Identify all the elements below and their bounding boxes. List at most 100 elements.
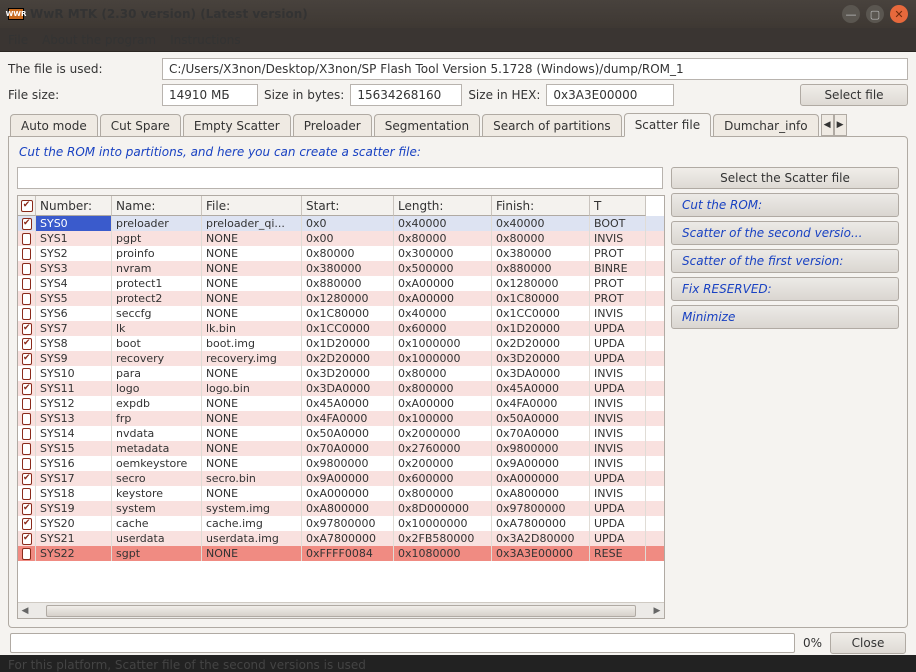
- minimize-button[interactable]: —: [842, 5, 860, 23]
- table-row[interactable]: SYS13frpNONE0x4FA00000x1000000x50A0000IN…: [18, 411, 664, 426]
- row-checkbox[interactable]: [22, 218, 32, 230]
- cell-len: 0x200000: [394, 456, 492, 471]
- table-row[interactable]: SYS4protect1NONE0x8800000xA000000x128000…: [18, 276, 664, 291]
- menubar: File About the program Instructions: [0, 28, 916, 52]
- menu-about[interactable]: About the program: [42, 33, 156, 47]
- row-checkbox[interactable]: [22, 368, 31, 380]
- scatter-path-input[interactable]: [17, 167, 663, 189]
- table-row[interactable]: SYS18keystoreNONE0xA0000000x8000000xA800…: [18, 486, 664, 501]
- table-hscrollbar[interactable]: ◀ ▶: [18, 602, 664, 618]
- cell-file: NONE: [202, 306, 302, 321]
- row-checkbox[interactable]: [22, 323, 32, 335]
- tab-dumchar-info[interactable]: Dumchar_info: [713, 114, 819, 136]
- close-button[interactable]: Close: [830, 632, 906, 654]
- table-row[interactable]: SYS0preloaderpreloader_qi...0x00x400000x…: [18, 216, 664, 231]
- col-header[interactable]: Start:: [302, 196, 394, 216]
- table-row[interactable]: SYS12expdbNONE0x45A00000xA000000x4FA0000…: [18, 396, 664, 411]
- select-scatter-file-button[interactable]: Select the Scatter file: [671, 167, 899, 189]
- table-row[interactable]: SYS3nvramNONE0x3800000x5000000x880000BIN…: [18, 261, 664, 276]
- table-row[interactable]: SYS20cachecache.img0x978000000x100000000…: [18, 516, 664, 531]
- col-header[interactable]: Name:: [112, 196, 202, 216]
- row-checkbox[interactable]: [22, 278, 31, 290]
- row-checkbox[interactable]: [22, 488, 31, 500]
- cell-file: NONE: [202, 426, 302, 441]
- row-checkbox[interactable]: [22, 458, 31, 470]
- header-checkbox[interactable]: [21, 200, 33, 212]
- tab-preloader[interactable]: Preloader: [293, 114, 372, 136]
- row-checkbox[interactable]: [22, 353, 32, 365]
- row-checkbox[interactable]: [22, 413, 31, 425]
- table-row[interactable]: SYS21userdatauserdata.img0xA78000000x2FB…: [18, 531, 664, 546]
- scroll-thumb[interactable]: [46, 605, 636, 617]
- row-checkbox[interactable]: [22, 383, 32, 395]
- cell-t: UPDA: [590, 501, 646, 516]
- table-row[interactable]: SYS7lklk.bin0x1CC00000x600000x1D20000UPD…: [18, 321, 664, 336]
- cell-file: NONE: [202, 276, 302, 291]
- tab-segmentation[interactable]: Segmentation: [374, 114, 480, 136]
- row-checkbox[interactable]: [22, 548, 31, 560]
- table-row[interactable]: SYS17secrosecro.bin0x9A000000x6000000xA0…: [18, 471, 664, 486]
- row-checkbox[interactable]: [22, 473, 32, 485]
- table-row[interactable]: SYS1pgptNONE0x000x800000x80000INVIS: [18, 231, 664, 246]
- row-checkbox[interactable]: [22, 248, 31, 260]
- side-action-cut-the-rom[interactable]: Cut the ROM:: [671, 193, 899, 217]
- cell-fin: 0x2D20000: [492, 336, 590, 351]
- row-checkbox[interactable]: [22, 503, 32, 515]
- row-checkbox[interactable]: [22, 233, 31, 245]
- file-size-input[interactable]: [162, 84, 258, 106]
- table-row[interactable]: SYS22sgptNONE0xFFFF00840x10800000x3A3E00…: [18, 546, 664, 561]
- row-checkbox[interactable]: [22, 428, 31, 440]
- side-action-scatter-of-the-first-version[interactable]: Scatter of the first version:: [671, 249, 899, 273]
- table-row[interactable]: SYS6seccfgNONE0x1C800000x400000x1CC0000I…: [18, 306, 664, 321]
- cell-name: nvdata: [112, 426, 202, 441]
- cell-file: logo.bin: [202, 381, 302, 396]
- table-row[interactable]: SYS14nvdataNONE0x50A00000x20000000x70A00…: [18, 426, 664, 441]
- side-action-scatter-of-the-second-versio[interactable]: Scatter of the second versio...: [671, 221, 899, 245]
- tab-auto-mode[interactable]: Auto mode: [10, 114, 98, 136]
- tab-empty-scatter[interactable]: Empty Scatter: [183, 114, 291, 136]
- table-row[interactable]: SYS8bootboot.img0x1D200000x10000000x2D20…: [18, 336, 664, 351]
- col-header[interactable]: Finish:: [492, 196, 590, 216]
- table-row[interactable]: SYS11logologo.bin0x3DA00000x8000000x45A0…: [18, 381, 664, 396]
- side-action-fix-reserved[interactable]: Fix RESERVED:: [671, 277, 899, 301]
- table-row[interactable]: SYS16oemkeystoreNONE0x98000000x2000000x9…: [18, 456, 664, 471]
- row-checkbox[interactable]: [22, 293, 31, 305]
- row-checkbox[interactable]: [22, 518, 32, 530]
- row-checkbox[interactable]: [22, 398, 31, 410]
- tabs-scroll-right[interactable]: ▶: [834, 114, 847, 136]
- row-checkbox[interactable]: [22, 533, 32, 545]
- row-checkbox[interactable]: [22, 443, 31, 455]
- tab-scatter-file[interactable]: Scatter file: [624, 113, 711, 137]
- col-header[interactable]: T: [590, 196, 646, 216]
- col-header[interactable]: Number:: [36, 196, 112, 216]
- cell-fin: 0xA7800000: [492, 516, 590, 531]
- table-row[interactable]: SYS10paraNONE0x3D200000x800000x3DA0000IN…: [18, 366, 664, 381]
- scroll-left-icon[interactable]: ◀: [18, 604, 32, 618]
- side-action-minimize[interactable]: Minimize: [671, 305, 899, 329]
- menu-file[interactable]: File: [8, 33, 28, 47]
- cell-len: 0x10000000: [394, 516, 492, 531]
- select-file-button[interactable]: Select file: [800, 84, 908, 106]
- file-path-input[interactable]: [162, 58, 908, 80]
- row-checkbox[interactable]: [22, 263, 31, 275]
- table-row[interactable]: SYS9recoveryrecovery.img0x2D200000x10000…: [18, 351, 664, 366]
- menu-instructions[interactable]: Instructions: [170, 33, 240, 47]
- cell-fin: 0xA000000: [492, 471, 590, 486]
- tab-search-of-partitions[interactable]: Search of partitions: [482, 114, 622, 136]
- scroll-right-icon[interactable]: ▶: [650, 604, 664, 618]
- row-checkbox[interactable]: [22, 338, 32, 350]
- table-row[interactable]: SYS19systemsystem.img0xA8000000x8D000000…: [18, 501, 664, 516]
- row-checkbox[interactable]: [22, 308, 31, 320]
- cell-n: SYS19: [36, 501, 112, 516]
- table-row[interactable]: SYS15metadataNONE0x70A00000x27600000x980…: [18, 441, 664, 456]
- table-row[interactable]: SYS5protect2NONE0x12800000xA000000x1C800…: [18, 291, 664, 306]
- size-hex-input[interactable]: [546, 84, 674, 106]
- col-header[interactable]: Length:: [394, 196, 492, 216]
- col-header[interactable]: File:: [202, 196, 302, 216]
- window-close-button[interactable]: ✕: [890, 5, 908, 23]
- tabs-scroll-left[interactable]: ◀: [821, 114, 834, 136]
- table-row[interactable]: SYS2proinfoNONE0x800000x3000000x380000PR…: [18, 246, 664, 261]
- size-bytes-input[interactable]: [350, 84, 462, 106]
- tab-cut-spare[interactable]: Cut Spare: [100, 114, 181, 136]
- maximize-button[interactable]: ▢: [866, 5, 884, 23]
